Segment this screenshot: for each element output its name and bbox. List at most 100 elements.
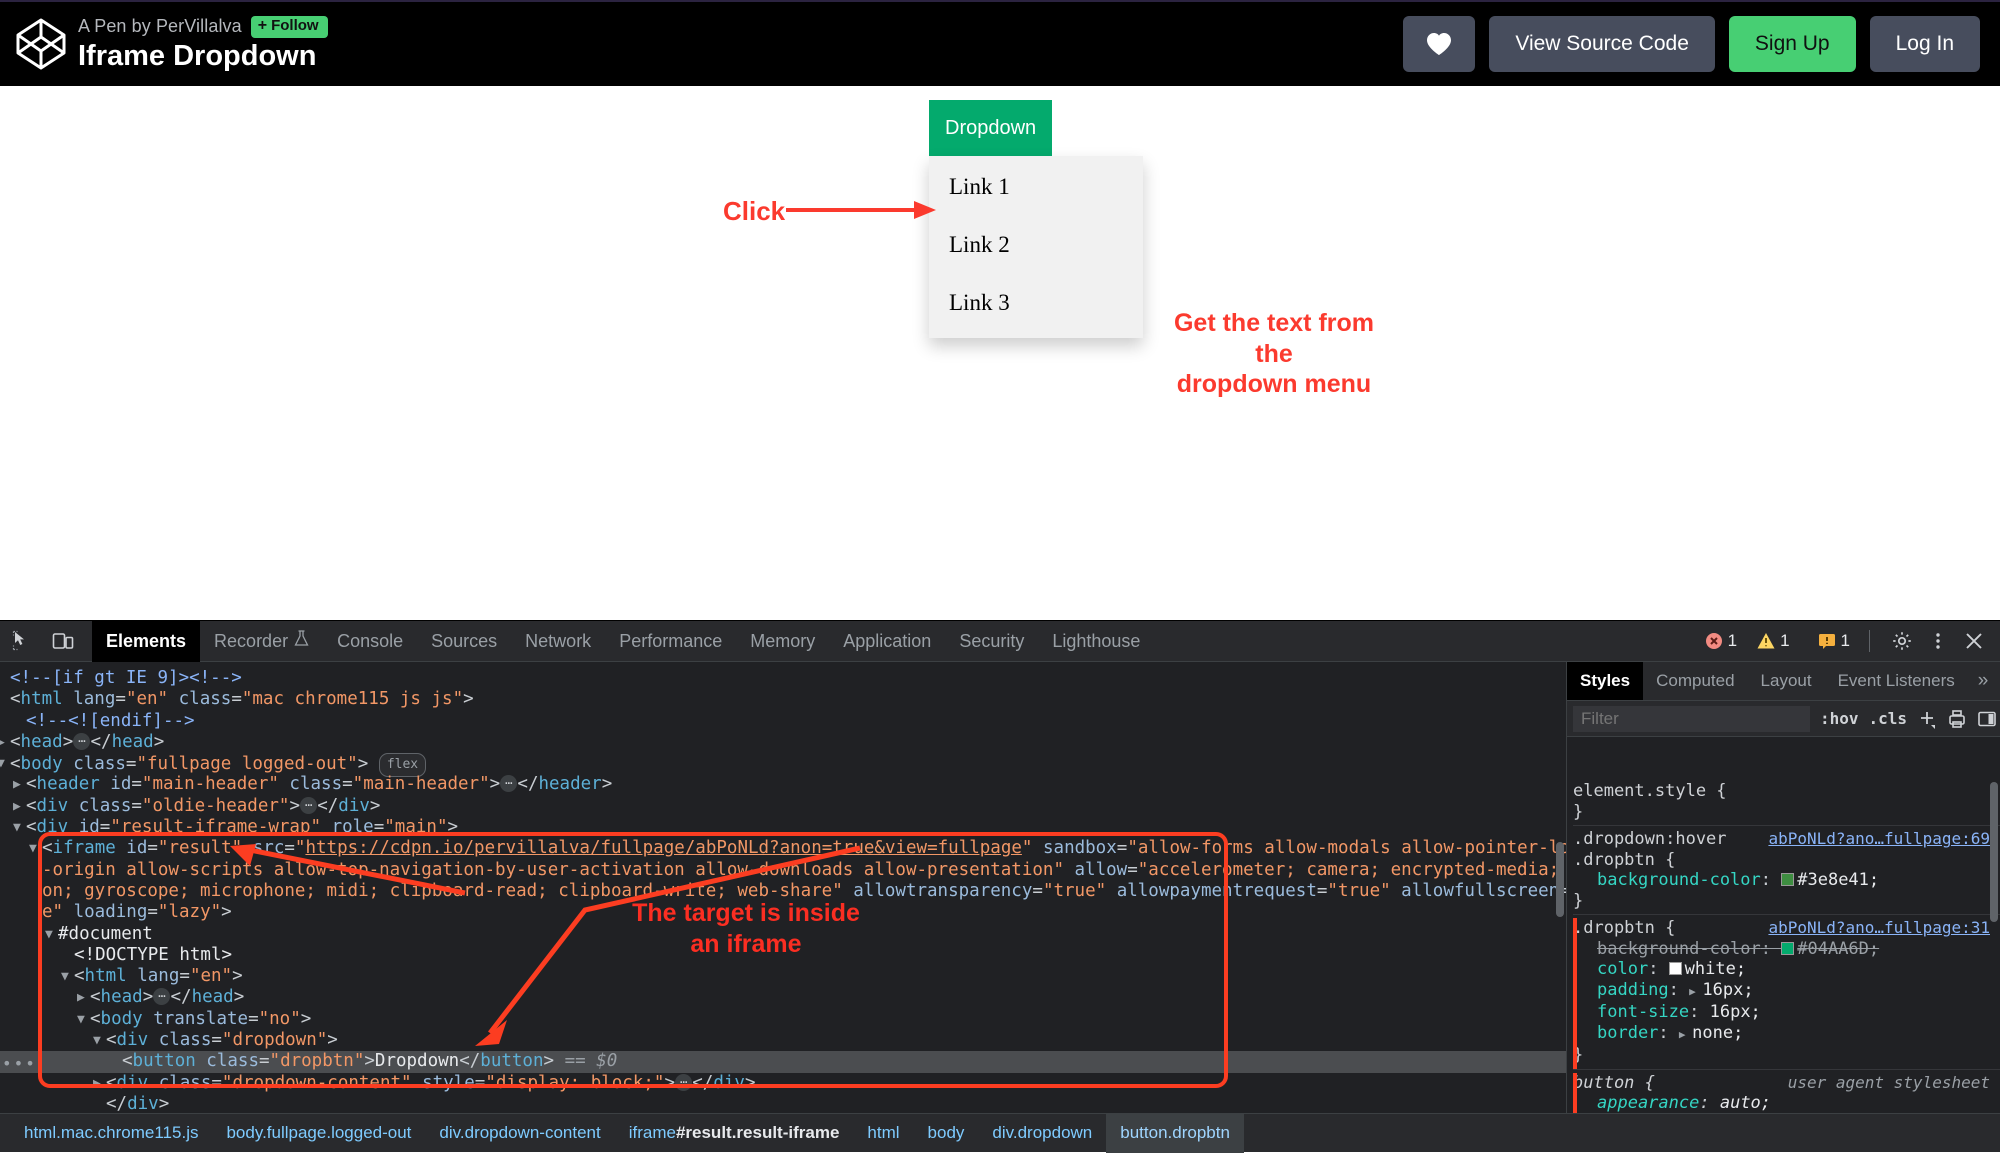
dom-node[interactable]: <head>⋯</head> [0, 732, 1566, 753]
dropdown-link-1[interactable]: Link 1 [929, 158, 1143, 216]
style-origin-link[interactable]: abPoNLd?ano…fullpage:31 [1768, 918, 1990, 939]
styles-tab-event-listeners[interactable]: Event Listeners [1825, 662, 1968, 700]
styles-tab-styles[interactable]: Styles [1567, 662, 1643, 700]
styles-more-tabs-icon[interactable]: » [1968, 662, 1999, 700]
color-swatch[interactable] [1781, 873, 1794, 886]
style-rule-header: .dropdown:hover .dropbtn { abPoNLd?ano…fu… [1573, 829, 2000, 870]
style-origin-link[interactable]: abPoNLd?ano…fullpage:69 [1768, 829, 1990, 870]
device-toolbar-icon[interactable] [46, 624, 80, 658]
twirl-closed-icon[interactable] [93, 1073, 101, 1094]
tab-application[interactable]: Application [829, 621, 945, 662]
follow-button[interactable]: +Follow [251, 16, 328, 38]
tab-recorder[interactable]: Recorder [200, 621, 323, 662]
dom-node[interactable]: <body class="fullpage logged-out"> flex [0, 753, 1566, 774]
dom-scrollbar[interactable] [1556, 842, 1564, 917]
tab-security[interactable]: Security [945, 621, 1038, 662]
expand-shorthand-icon[interactable]: ▶ [1679, 1028, 1692, 1041]
style-declaration[interactable]: background-color: #04AA6D; [1573, 939, 2000, 960]
tab-console[interactable]: Console [323, 621, 417, 662]
twirl-closed-icon[interactable] [77, 987, 85, 1008]
breadcrumb-item[interactable]: body [914, 1114, 979, 1153]
add-style-rule-icon[interactable] [1917, 708, 1937, 730]
breadcrumb-item[interactable]: div.dropdown-content [425, 1114, 614, 1153]
collapsed-children-icon[interactable]: ⋯ [153, 988, 170, 1005]
twirl-open-icon[interactable] [13, 817, 21, 838]
twirl-open-icon[interactable] [61, 966, 69, 987]
dom-node[interactable]: <header id="main-header" class="main-hea… [0, 774, 1566, 795]
styles-filter-input[interactable] [1573, 706, 1810, 732]
expand-shorthand-icon[interactable]: ▶ [1689, 985, 1702, 998]
twirl-open-icon[interactable] [29, 838, 37, 859]
style-selector[interactable]: .dropdown:hover .dropbtn { [1573, 829, 1727, 870]
tab-sources[interactable]: Sources [417, 621, 511, 662]
warning-counter[interactable]: 1 [1750, 628, 1796, 654]
hov-toggle[interactable]: :hov [1820, 709, 1859, 728]
color-swatch[interactable] [1669, 962, 1682, 975]
breadcrumb-item[interactable]: button.dropbtn [1106, 1114, 1244, 1153]
collapsed-children-icon[interactable]: ⋯ [300, 797, 317, 814]
cls-toggle[interactable]: .cls [1869, 709, 1908, 728]
breadcrumb-item[interactable]: body.fullpage.logged-out [212, 1114, 425, 1153]
style-declaration[interactable]: appearance: auto; [1573, 1093, 2000, 1114]
sign-up-button[interactable]: Sign Up [1729, 16, 1856, 72]
twirl-open-icon[interactable] [0, 753, 5, 774]
breadcrumb-item[interactable]: html [853, 1114, 913, 1153]
breadcrumb-label: div.dropdown [992, 1123, 1092, 1143]
styles-tab-computed[interactable]: Computed [1643, 662, 1747, 700]
twirl-open-icon[interactable] [45, 924, 53, 945]
style-declaration[interactable]: border: ▶ none; [1573, 1023, 2000, 1046]
style-declaration[interactable]: padding: ▶ 16px; [1573, 980, 2000, 1003]
dom-node[interactable]: <div class="dropdown-content" style="dis… [0, 1073, 1566, 1094]
print-preview-icon[interactable] [1947, 708, 1967, 730]
twirl-closed-icon[interactable] [13, 774, 21, 795]
twirl-closed-icon[interactable] [0, 732, 5, 753]
color-swatch[interactable] [1781, 942, 1794, 955]
dom-node[interactable]: </div> [0, 1094, 1566, 1114]
error-counter[interactable]: 1 [1698, 628, 1744, 654]
twirl-open-icon[interactable] [93, 1030, 101, 1051]
tab-memory[interactable]: Memory [736, 621, 829, 662]
tab-elements[interactable]: Elements [92, 621, 200, 662]
breadcrumb-item[interactable]: html.mac.chrome115.js [10, 1114, 212, 1153]
collapsed-children-icon[interactable]: ⋯ [500, 775, 517, 792]
dom-node[interactable]: <!--[if gt IE 9]><!--> [0, 668, 1566, 689]
twirl-open-icon[interactable] [77, 1009, 85, 1030]
tab-performance[interactable]: Performance [605, 621, 736, 662]
tab-lighthouse[interactable]: Lighthouse [1038, 621, 1154, 662]
style-declaration[interactable]: background-color: #3e8e41; [1573, 870, 2000, 891]
pen-title-block: A Pen by PerVillalva +Follow Iframe Drop… [78, 15, 328, 73]
log-in-button[interactable]: Log In [1870, 16, 1980, 72]
style-selector[interactable]: element.style { [1573, 781, 1727, 802]
view-source-code-button[interactable]: View Source Code [1489, 16, 1715, 72]
code-token: > [143, 987, 154, 1007]
collapsed-children-icon[interactable]: ⋯ [73, 733, 90, 750]
breadcrumb-item[interactable]: div.dropdown [978, 1114, 1106, 1153]
twirl-closed-icon[interactable] [13, 796, 21, 817]
favorite-button[interactable] [1403, 16, 1475, 72]
dom-node[interactable]: <div id="result-iframe-wrap" role="main"… [0, 817, 1566, 838]
dropdown-button[interactable]: Dropdown [929, 100, 1052, 156]
styles-scrollbar[interactable] [1990, 782, 1998, 922]
breadcrumb-item[interactable]: iframe#result.result-iframe [615, 1114, 854, 1153]
close-icon[interactable] [1958, 625, 1990, 657]
issues-counter[interactable]: 1 [1811, 628, 1857, 654]
kebab-menu-icon[interactable] [1922, 625, 1954, 657]
tab-network[interactable]: Network [511, 621, 605, 662]
dom-node[interactable]: <html lang="en" class="mac chrome115 js … [0, 689, 1566, 710]
dropdown-link-3[interactable]: Link 3 [929, 274, 1143, 332]
collapsed-children-icon[interactable]: ⋯ [675, 1074, 692, 1091]
toggle-sidebar-icon[interactable] [1977, 708, 1997, 730]
inspect-cursor-icon[interactable] [6, 624, 40, 658]
style-selector[interactable]: button { [1573, 1073, 1655, 1094]
code-token: > [490, 774, 501, 794]
styles-tab-layout[interactable]: Layout [1748, 662, 1825, 700]
style-declaration[interactable]: color: white; [1573, 959, 2000, 980]
dom-node[interactable]: <div class="oldie-header">⋯</div> [0, 796, 1566, 817]
style-selector[interactable]: .dropbtn { [1573, 918, 1675, 939]
dom-node[interactable]: <!--<![endif]--> [0, 711, 1566, 732]
gear-icon[interactable] [1886, 625, 1918, 657]
style-declaration[interactable]: font-size: 16px; [1573, 1002, 2000, 1023]
dropdown-link-2[interactable]: Link 2 [929, 216, 1143, 274]
codepen-logo-icon[interactable] [10, 13, 72, 75]
ellipsis-icon[interactable]: ••• [2, 1053, 37, 1074]
